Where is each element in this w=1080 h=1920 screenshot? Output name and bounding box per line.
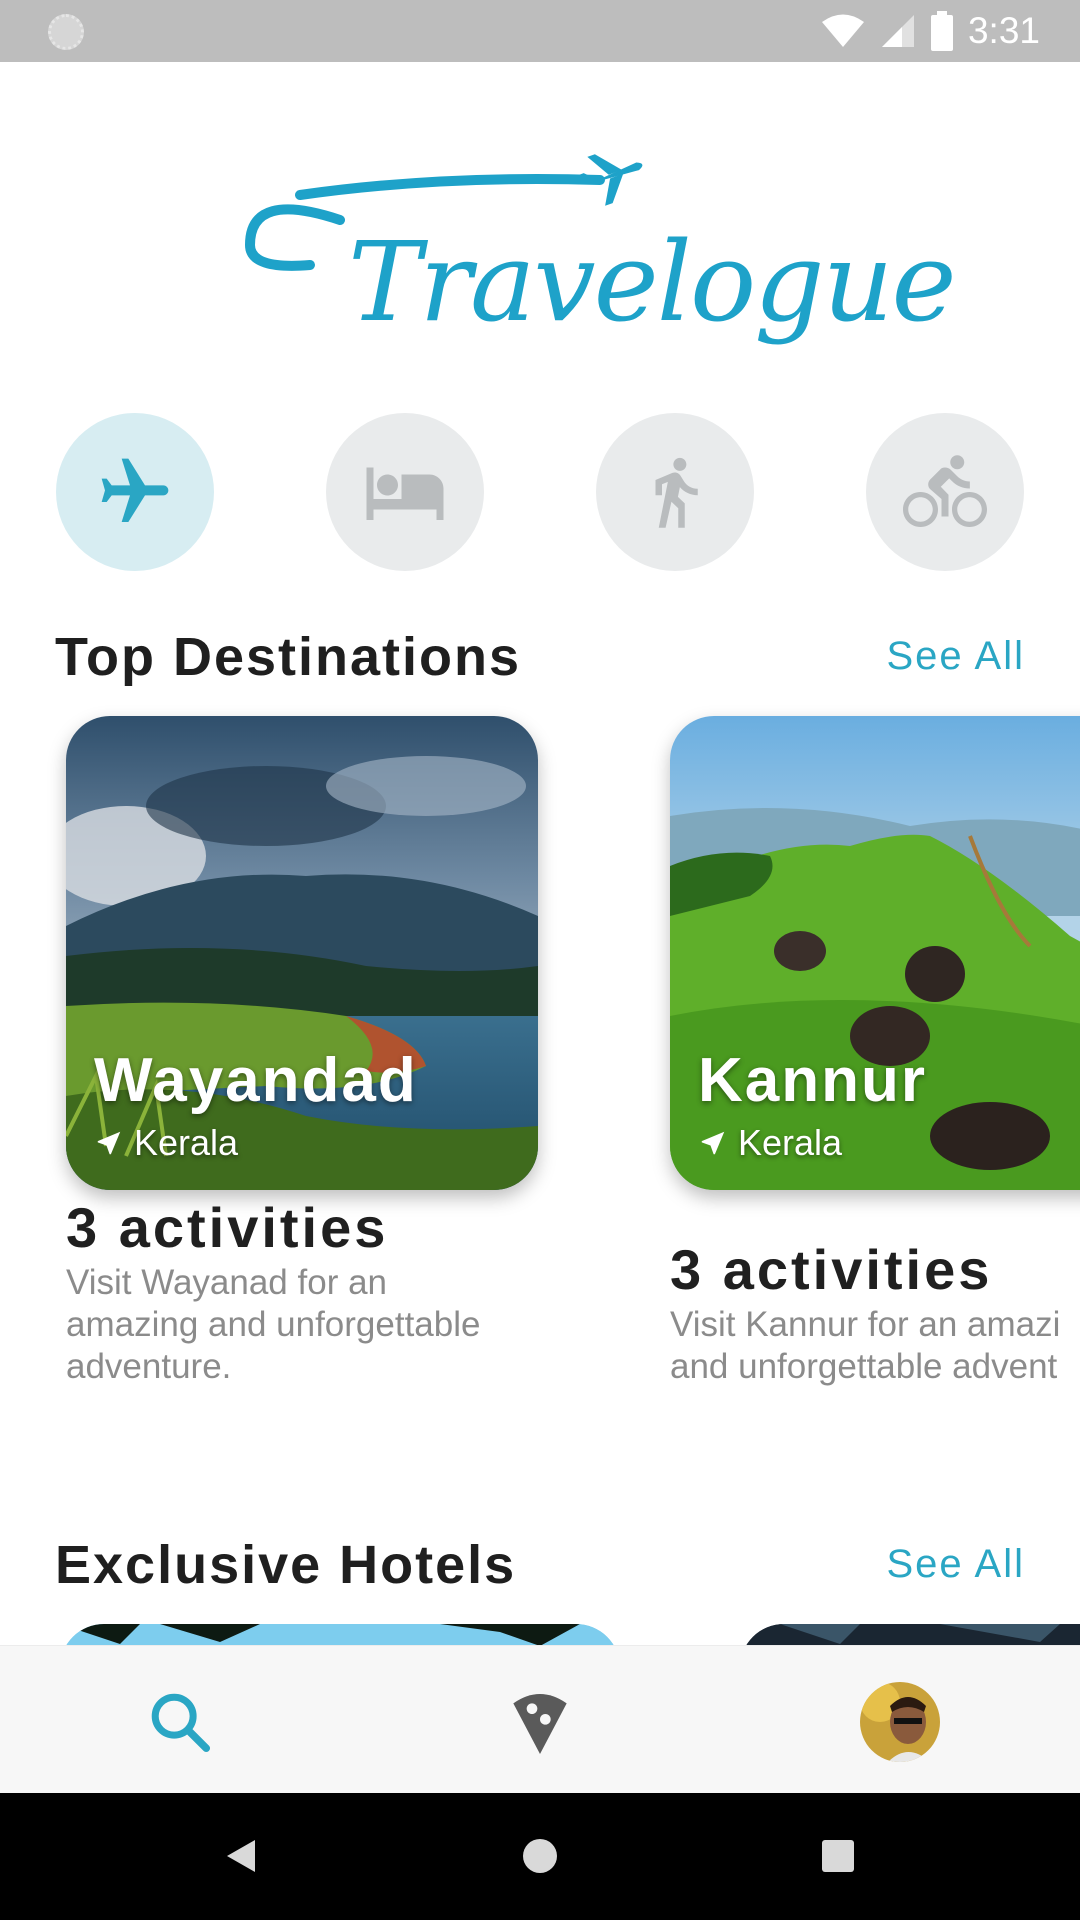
recents-button[interactable] bbox=[813, 1831, 863, 1881]
logo-text: Travelogue bbox=[348, 218, 957, 346]
top-destinations-see-all-link[interactable]: See All bbox=[886, 634, 1025, 679]
description-line: Visit Kannur for an amazi bbox=[670, 1305, 1061, 1344]
bicycle-icon bbox=[903, 455, 987, 527]
walking-person-icon bbox=[655, 457, 698, 528]
destination-activities-count: 3 activities bbox=[670, 1238, 993, 1301]
destination-image-kannur bbox=[670, 716, 1080, 1190]
cell-signal-icon bbox=[881, 15, 914, 47]
destination-location-label: Kerala bbox=[738, 1122, 843, 1163]
top-destinations-title: Top Destinations bbox=[55, 627, 522, 687]
description-line: adventure. bbox=[66, 1347, 232, 1386]
destination-location-label: Kerala bbox=[134, 1122, 239, 1163]
category-hotels[interactable] bbox=[326, 413, 484, 571]
destination-description: Visit Wayanad for an amazing and unforge… bbox=[66, 1262, 526, 1388]
system-navigation-bar bbox=[0, 1793, 1080, 1920]
sync-icon bbox=[48, 14, 84, 50]
bottom-navigation bbox=[0, 1645, 1080, 1793]
category-activities[interactable] bbox=[596, 413, 754, 571]
destination-name: Kannur bbox=[698, 1046, 927, 1115]
app-screen: 3:31 Travelogue Top Destinations See All… bbox=[0, 0, 1080, 1920]
status-icons: 3:31 bbox=[820, 8, 1040, 54]
back-button[interactable] bbox=[216, 1831, 266, 1881]
map-pin-icon bbox=[513, 1694, 567, 1754]
navigation-arrow-icon bbox=[97, 1131, 121, 1155]
destination-location: Kerala bbox=[94, 1122, 238, 1164]
bed-icon bbox=[366, 467, 444, 520]
search-icon bbox=[151, 1693, 211, 1753]
exclusive-hotels-title: Exclusive Hotels bbox=[55, 1535, 517, 1595]
description-line: and unforgettable advent bbox=[670, 1347, 1058, 1386]
status-time: 3:31 bbox=[967, 10, 1040, 51]
nav-search[interactable] bbox=[140, 1682, 220, 1762]
back-triangle-icon bbox=[227, 1840, 255, 1872]
app-logo: Travelogue bbox=[240, 140, 957, 370]
wifi-icon bbox=[821, 14, 864, 47]
home-circle-icon bbox=[523, 1839, 557, 1873]
recents-square-icon bbox=[822, 1840, 854, 1872]
destination-card-kannur[interactable]: Kannur Kerala bbox=[670, 716, 1080, 1190]
nav-map[interactable] bbox=[500, 1682, 580, 1762]
profile-avatar bbox=[860, 1682, 940, 1762]
airplane-icon bbox=[101, 458, 169, 522]
exclusive-hotels-see-all-link[interactable]: See All bbox=[886, 1542, 1025, 1587]
home-button[interactable] bbox=[515, 1831, 565, 1881]
description-line: Visit Wayanad for an bbox=[66, 1263, 387, 1302]
destination-location: Kerala bbox=[698, 1122, 842, 1164]
category-biking[interactable] bbox=[866, 413, 1024, 571]
battery-icon bbox=[930, 11, 953, 51]
destination-image-wayanad bbox=[66, 716, 538, 1190]
category-row bbox=[0, 413, 1080, 571]
destination-name: Wayandad bbox=[94, 1046, 418, 1115]
destination-card-wayanad[interactable]: Wayandad Kerala bbox=[66, 716, 538, 1190]
navigation-arrow-icon bbox=[701, 1131, 725, 1155]
destination-description: Visit Kannur for an amazi and unforgetta… bbox=[670, 1304, 1080, 1388]
nav-profile[interactable] bbox=[860, 1682, 940, 1762]
category-flights[interactable] bbox=[56, 413, 214, 571]
destination-activities-count: 3 activities bbox=[66, 1196, 389, 1259]
description-line: amazing and unforgettable bbox=[66, 1305, 481, 1344]
avatar-image bbox=[860, 1682, 940, 1762]
status-bar: 3:31 bbox=[0, 0, 1080, 62]
